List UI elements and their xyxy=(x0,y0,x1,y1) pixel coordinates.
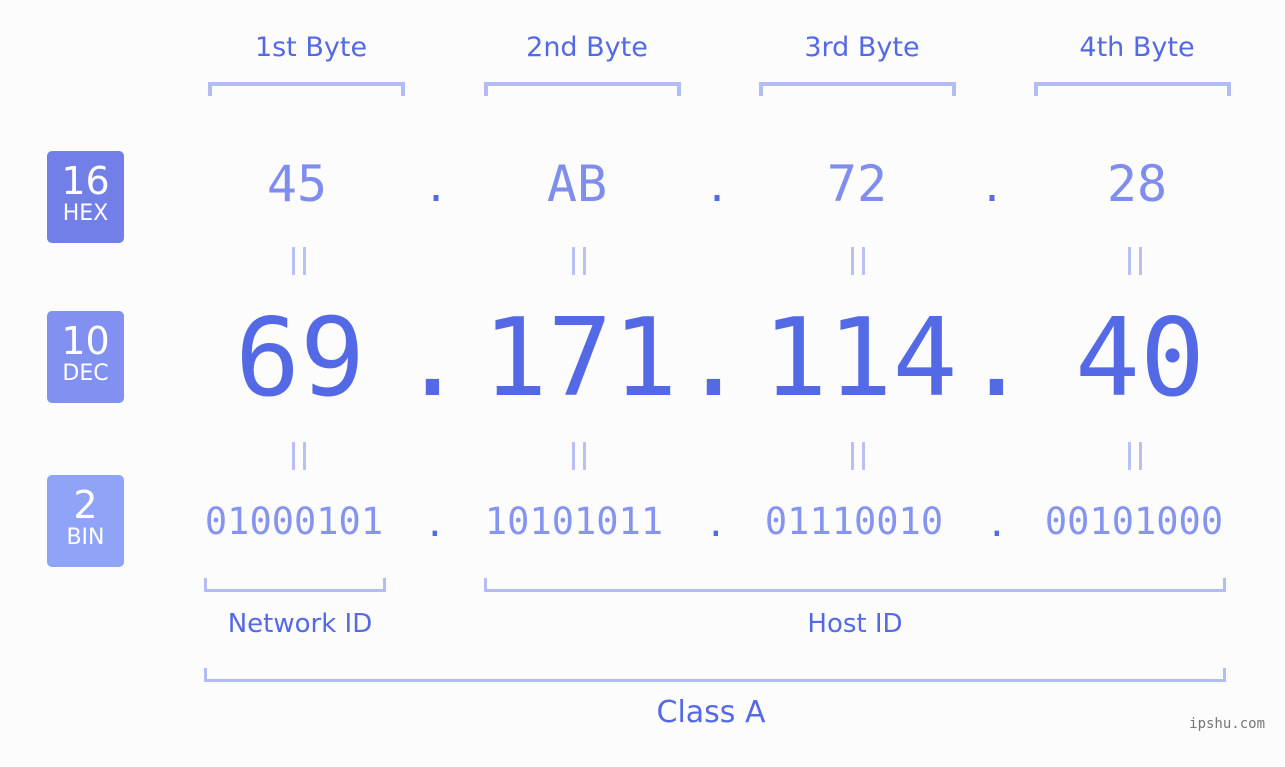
equals-icon xyxy=(1128,247,1142,275)
byte-bracket-4 xyxy=(1034,82,1231,96)
hex-value-4: 28 xyxy=(1106,155,1168,213)
bin-badge: 2 BIN xyxy=(47,475,124,567)
hex-separator-1: . xyxy=(424,165,449,211)
hex-badge-number: 16 xyxy=(61,159,110,203)
dec-value-3: 114 xyxy=(762,296,958,421)
byte-label-4: 4th Byte xyxy=(1079,32,1195,63)
bin-value-4: 00101000 xyxy=(1044,500,1224,543)
hex-value-3: 72 xyxy=(826,155,888,213)
byte-label-2: 2nd Byte xyxy=(526,32,648,63)
network-id-label: Network ID xyxy=(227,609,373,639)
byte-bracket-2 xyxy=(484,82,681,96)
network-id-bracket xyxy=(204,578,386,592)
hex-separator-3: . xyxy=(980,165,1005,211)
class-bracket xyxy=(204,668,1226,682)
byte-bracket-3 xyxy=(759,82,956,96)
dec-value-2: 171 xyxy=(482,296,678,421)
hex-badge-label: HEX xyxy=(62,201,109,226)
equals-icon xyxy=(572,247,586,275)
equals-icon xyxy=(572,442,586,470)
host-id-label: Host ID xyxy=(807,609,903,639)
equals-icon xyxy=(292,247,306,275)
host-id-bracket xyxy=(484,578,1226,592)
dec-separator-3: . xyxy=(964,296,1030,421)
byte-label-1: 1st Byte xyxy=(254,32,368,63)
bin-value-3: 01110010 xyxy=(764,500,944,543)
bin-separator-3: . xyxy=(986,504,1008,545)
hex-value-2: AB xyxy=(546,155,608,213)
dec-separator-1: . xyxy=(400,296,466,421)
dec-badge-label: DEC xyxy=(62,361,109,386)
watermark: ipshu.com xyxy=(1189,716,1265,732)
hex-separator-2: . xyxy=(705,165,730,211)
bin-value-2: 10101011 xyxy=(484,500,664,543)
equals-icon xyxy=(851,442,865,470)
byte-bracket-1 xyxy=(208,82,405,96)
dec-value-4: 40 xyxy=(1074,296,1206,421)
bin-badge-label: BIN xyxy=(66,525,105,550)
bin-separator-1: . xyxy=(424,504,446,545)
dec-value-1: 69 xyxy=(234,296,366,421)
hex-badge: 16 HEX xyxy=(47,151,124,243)
equals-icon xyxy=(1128,442,1142,470)
hex-value-1: 45 xyxy=(266,155,328,213)
dec-badge-number: 10 xyxy=(61,319,110,363)
bin-badge-number: 2 xyxy=(73,483,98,527)
equals-icon xyxy=(292,442,306,470)
dec-separator-2: . xyxy=(681,296,747,421)
bin-separator-2: . xyxy=(705,504,727,545)
equals-icon xyxy=(851,247,865,275)
byte-label-3: 3rd Byte xyxy=(804,32,920,63)
bin-value-1: 01000101 xyxy=(204,500,384,543)
class-label: Class A xyxy=(656,695,766,730)
dec-badge: 10 DEC xyxy=(47,311,124,403)
